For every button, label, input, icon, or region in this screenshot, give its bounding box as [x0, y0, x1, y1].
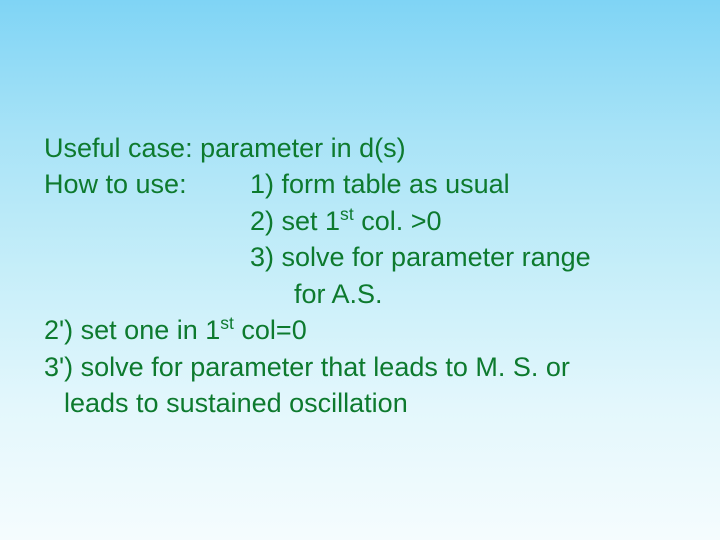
slide: Useful case: parameter in d(s) How to us…	[0, 0, 720, 540]
slide-text: Useful case: parameter in d(s) How to us…	[44, 130, 676, 422]
step-3-prime-line1: 3') solve for parameter that leads to M.…	[44, 349, 676, 385]
step-3-prime-line2: leads to sustained oscillation	[44, 385, 676, 421]
step-2-text-a: 2) set 1	[250, 206, 340, 236]
howto-label: How to use:	[44, 166, 250, 202]
step-3-line1: 3) solve for parameter range	[44, 239, 676, 275]
step-3-line2: for A.S.	[44, 276, 676, 312]
step-2-prime: 2') set one in 1st col=0	[44, 312, 676, 348]
step-1: 1) form table as usual	[250, 169, 510, 199]
step-2: 2) set 1st col. >0	[44, 203, 676, 239]
step-2p-text-a: 2') set one in 1	[44, 315, 220, 345]
step-2p-text-b: col=0	[234, 315, 307, 345]
step-2-text-b: col. >0	[354, 206, 442, 236]
line-how-to-use: How to use:1) form table as usual	[44, 166, 676, 202]
step-2p-sup: st	[220, 313, 234, 333]
line-useful-case: Useful case: parameter in d(s)	[44, 130, 676, 166]
step-2-sup: st	[340, 204, 354, 224]
